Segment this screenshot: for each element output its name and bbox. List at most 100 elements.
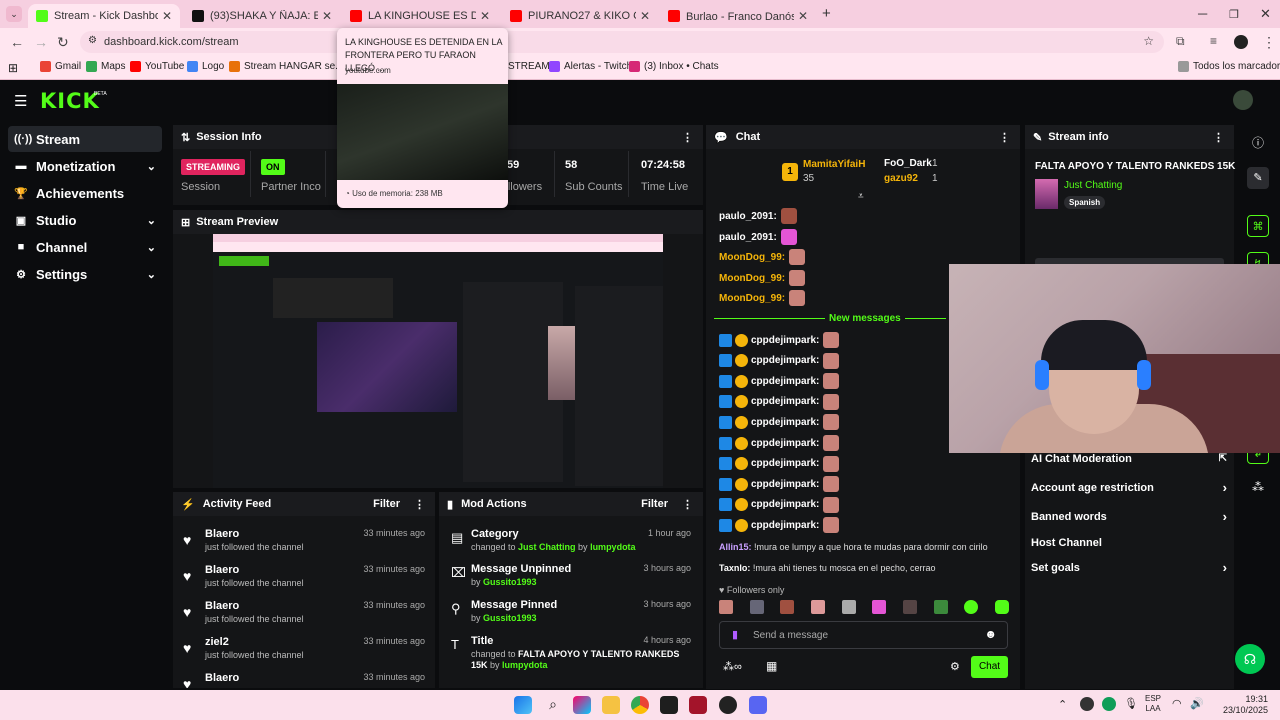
minimize-button[interactable]: ─	[1198, 6, 1207, 21]
store-icon[interactable]: ▦	[766, 659, 777, 673]
new-tab-button[interactable]: +	[822, 5, 831, 22]
emote-icon[interactable]	[841, 600, 856, 614]
language-indicator[interactable]: ESP LAA	[1145, 694, 1161, 714]
close-tab-icon[interactable]: ✕	[798, 9, 808, 23]
gifter-name[interactable]: FoO_Dark	[884, 158, 932, 169]
back-icon[interactable]: ←	[10, 34, 24, 50]
file-explorer-icon[interactable]	[602, 696, 620, 714]
sidebar-item-stream[interactable]: ((·)) Stream	[8, 126, 162, 152]
more-options-icon[interactable]: ⋮	[1213, 131, 1224, 144]
reload-icon[interactable]: ↻	[57, 34, 69, 51]
gifter-name[interactable]: gazu92	[884, 173, 918, 184]
tray-app-icon[interactable]	[1102, 697, 1116, 711]
tray-app-icon[interactable]	[1080, 697, 1094, 711]
emote-icon[interactable]	[810, 600, 825, 614]
chat-input[interactable]: ▮ Send a message ☻	[719, 621, 1008, 649]
microphone-icon[interactable]: ▮	[732, 628, 738, 641]
chat-settings-icon[interactable]: ⚙	[950, 660, 960, 673]
close-tab-icon[interactable]: ✕	[480, 9, 490, 23]
close-tab-icon[interactable]: ✕	[640, 9, 650, 23]
bookmark-stream[interactable]: STREAM	[508, 61, 550, 72]
more-options-icon[interactable]: ⋮	[414, 498, 425, 511]
tab-youtube-kinghouse[interactable]: LA KINGHOUSE ES DETENIDA E✕	[342, 4, 498, 28]
tab-youtube-piurano[interactable]: PIURANO27 & KIKO CHOSICA✕	[502, 4, 658, 28]
obs-icon[interactable]	[719, 696, 737, 714]
copilot-icon[interactable]	[573, 696, 591, 714]
option-ai-chat-moderation[interactable]: AI Chat Moderation ⇱	[1031, 453, 1227, 465]
sidebar-item-settings[interactable]: ⚙ Settings ⌄	[8, 261, 162, 287]
site-info-icon[interactable]: ⚙	[88, 35, 97, 46]
support-button[interactable]: ☊	[1235, 644, 1265, 674]
maximize-button[interactable]: ❐	[1229, 8, 1239, 21]
sidebar-item-studio[interactable]: ▣ Studio ⌄	[8, 207, 162, 233]
emoji-icon[interactable]: ☻	[984, 627, 997, 641]
pencil-icon[interactable]: ✎	[1247, 167, 1269, 189]
emote-icon[interactable]	[964, 600, 979, 614]
bookmark-logo[interactable]: Logo	[187, 61, 224, 72]
chat-send-button[interactable]: Chat	[971, 656, 1008, 678]
sidebar-item-channel[interactable]: ■ Channel ⌄	[8, 234, 162, 260]
emote-icon[interactable]	[933, 600, 948, 614]
emote-icon[interactable]	[994, 600, 1009, 614]
chrome-menu-icon[interactable]: ⋮	[1262, 34, 1276, 51]
sidebar-item-achievements[interactable]: 🏆 Achievements	[8, 180, 162, 206]
collapse-icon[interactable]: ⩡	[858, 191, 864, 202]
sidebar-item-monetization[interactable]: ▬ Monetization ⌄	[8, 153, 162, 179]
emote-icon[interactable]	[749, 600, 764, 614]
chrome-icon[interactable]	[631, 696, 649, 714]
microphone-tray-icon[interactable]: 🎙	[1124, 697, 1138, 710]
bookmark-maps[interactable]: Maps	[86, 61, 125, 72]
stream-preview-video[interactable]	[213, 234, 663, 488]
url-field[interactable]: ⚙ dashboard.kick.com/stream ☆	[80, 31, 1164, 53]
top-gifter-name[interactable]: MamitaYifaiH	[803, 159, 865, 170]
info-icon[interactable]: ⓘ	[1252, 134, 1264, 151]
filter-button[interactable]: Filter	[641, 498, 668, 510]
bookmark-youtube[interactable]: YouTube	[130, 61, 184, 72]
kick-logo[interactable]: KICK	[40, 89, 100, 113]
emote-icon[interactable]	[902, 600, 917, 614]
emote-icon[interactable]	[780, 600, 795, 614]
close-tab-icon[interactable]: ✕	[322, 9, 332, 23]
tray-chevron-icon[interactable]: ⌃	[1058, 698, 1067, 711]
bookmark-alertas-twitch[interactable]: Alertas - Twitch	[549, 61, 632, 72]
option-account-age-restriction[interactable]: Account age restriction ›	[1031, 480, 1227, 495]
volume-icon[interactable]: 🔊	[1190, 697, 1204, 710]
close-window-button[interactable]: ✕	[1260, 6, 1271, 22]
community-icon[interactable]: ⁂	[1252, 480, 1264, 494]
more-options-icon[interactable]: ⋮	[682, 131, 693, 144]
forward-icon[interactable]: →	[34, 34, 48, 50]
emote-icon[interactable]	[719, 600, 733, 614]
bookmark-inbox-chats[interactable]: (3) Inbox • Chats	[629, 61, 719, 72]
user-avatar[interactable]	[1233, 90, 1253, 110]
tab-kick-dashboard[interactable]: Stream - Kick Dashboard✕	[28, 4, 180, 28]
filter-button[interactable]: Filter	[373, 498, 400, 510]
windows-start-icon[interactable]	[514, 696, 532, 714]
tab-youtube-burlao[interactable]: Burlao - Franco Danós 🩸 @Ne✕	[660, 4, 816, 28]
tab-tiktok[interactable]: (93)SHAKA Y ÑAJA: Encuentro✕	[184, 4, 340, 28]
category-link[interactable]: Just Chatting	[1064, 180, 1122, 191]
wifi-icon[interactable]: ◠	[1172, 697, 1182, 710]
chat-users-icon[interactable]: ⁂∞	[723, 660, 742, 673]
apps-grid-icon[interactable]: ⊞	[8, 61, 18, 75]
hamburger-menu-icon[interactable]: ☰	[14, 92, 27, 110]
tab-search-icon[interactable]: ⌄	[6, 6, 22, 22]
toolbar-button-1[interactable]: ⌘	[1247, 215, 1269, 237]
emote-icon[interactable]	[872, 600, 887, 614]
more-options-icon[interactable]: ⋮	[999, 131, 1010, 144]
extensions-icon[interactable]: ⧉	[1176, 34, 1185, 49]
close-tab-icon[interactable]: ✕	[162, 9, 172, 23]
discord-icon[interactable]	[749, 696, 767, 714]
bookmark-star-icon[interactable]: ☆	[1143, 34, 1154, 48]
profile-avatar[interactable]	[1234, 35, 1248, 49]
search-icon[interactable]: ⌕	[544, 696, 562, 714]
app-icon[interactable]	[689, 696, 707, 714]
bookmark-stream-hangar[interactable]: Stream HANGAR se...	[229, 61, 343, 72]
option-banned-words[interactable]: Banned words ›	[1031, 509, 1227, 524]
option-host-channel[interactable]: Host Channel	[1031, 537, 1227, 549]
option-set-goals[interactable]: Set goals ›	[1031, 560, 1227, 575]
bookmark-gmail[interactable]: Gmail	[40, 61, 81, 72]
clock[interactable]: 19:31 23/10/2025	[1222, 694, 1268, 716]
all-bookmarks[interactable]: Todos los marcadores	[1178, 61, 1280, 72]
more-options-icon[interactable]: ⋮	[682, 498, 693, 511]
media-icon[interactable]: ≡	[1210, 34, 1217, 48]
